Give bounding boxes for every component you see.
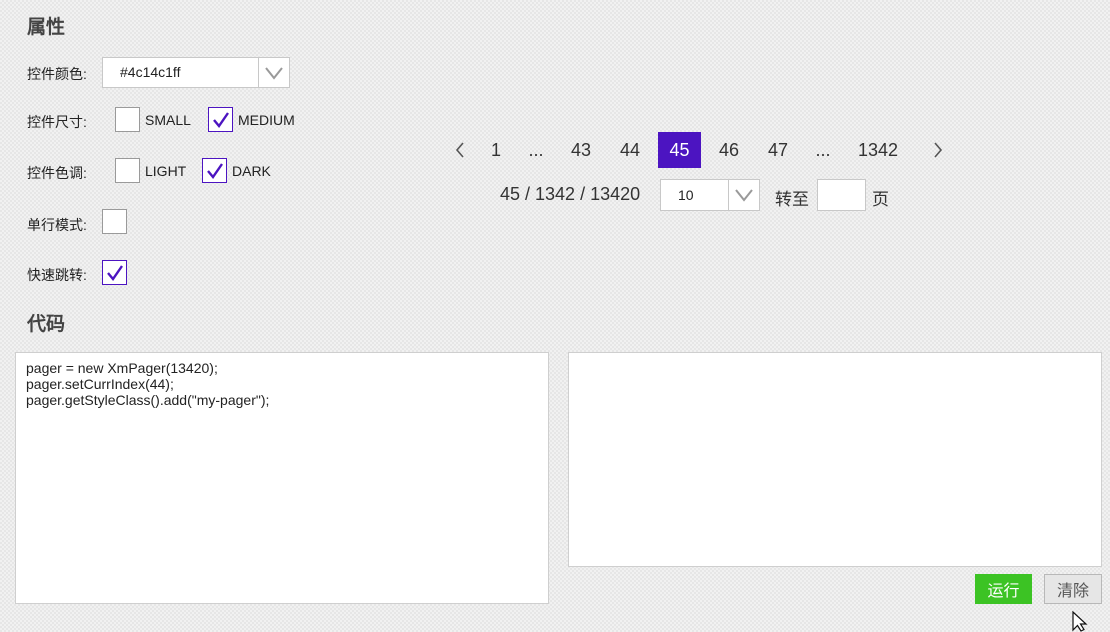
- chevron-down-icon[interactable]: [728, 180, 759, 210]
- pager-next-button[interactable]: [924, 132, 952, 168]
- properties-title: 属性: [27, 17, 66, 38]
- output-area[interactable]: [568, 352, 1102, 567]
- color-value: #4c14c1ff: [120, 64, 181, 80]
- pager-page-44[interactable]: 44: [611, 132, 649, 168]
- goto-page-input[interactable]: [817, 179, 866, 211]
- clear-button[interactable]: 清除: [1044, 574, 1102, 604]
- check-icon: [206, 162, 223, 179]
- tone-label: 控件色调:: [27, 165, 87, 181]
- size-small-label: SMALL: [145, 112, 191, 128]
- pager-page-1342[interactable]: 1342: [848, 132, 908, 168]
- code-title: 代码: [27, 314, 66, 335]
- code-line-3: pager.getStyleClass().add("my-pager");: [26, 392, 270, 408]
- chevron-down-icon[interactable]: [258, 58, 289, 87]
- size-small-checkbox[interactable]: [115, 107, 140, 132]
- run-button[interactable]: 运行: [975, 574, 1032, 604]
- pager-ellipsis-start[interactable]: ...: [521, 132, 551, 168]
- size-medium-label: MEDIUM: [238, 112, 295, 128]
- pager-page-1[interactable]: 1: [480, 132, 512, 168]
- color-label: 控件颜色:: [27, 66, 87, 82]
- pager-page-47[interactable]: 47: [759, 132, 797, 168]
- chevron-right-icon: [934, 142, 943, 158]
- tone-dark-checkbox[interactable]: [202, 158, 227, 183]
- quick-jump-checkbox[interactable]: [102, 260, 127, 285]
- pager-info: 45 / 1342 / 13420: [500, 184, 641, 204]
- tone-light-label: LIGHT: [145, 163, 187, 179]
- single-line-label: 单行模式:: [27, 217, 87, 233]
- size-label: 控件尺寸:: [27, 114, 87, 130]
- code-line-1: pager = new XmPager(13420);: [26, 360, 218, 376]
- code-line-2: pager.setCurrIndex(44);: [26, 376, 174, 392]
- mouse-cursor-icon: [1072, 611, 1088, 632]
- size-medium-checkbox[interactable]: [208, 107, 233, 132]
- pager-prev-button[interactable]: [446, 132, 474, 168]
- pager-page-46[interactable]: 46: [710, 132, 748, 168]
- check-icon: [106, 264, 123, 281]
- pager-page-45-current[interactable]: 45: [658, 132, 701, 168]
- code-editor[interactable]: pager = new XmPager(13420); pager.setCur…: [15, 352, 549, 604]
- pager-ellipsis-end[interactable]: ...: [808, 132, 838, 168]
- page-size-value: 10: [678, 187, 694, 203]
- color-picker[interactable]: #4c14c1ff: [102, 57, 290, 88]
- goto-label: 转至: [775, 190, 809, 209]
- tone-dark-label: DARK: [232, 163, 271, 179]
- single-line-checkbox[interactable]: [102, 209, 127, 234]
- tone-light-checkbox[interactable]: [115, 158, 140, 183]
- chevron-left-icon: [455, 142, 464, 158]
- quick-jump-label: 快速跳转:: [27, 267, 87, 283]
- check-icon: [212, 111, 229, 128]
- page-suffix: 页: [872, 190, 889, 209]
- pager-page-43[interactable]: 43: [563, 132, 599, 168]
- page-size-select[interactable]: 10: [660, 179, 760, 211]
